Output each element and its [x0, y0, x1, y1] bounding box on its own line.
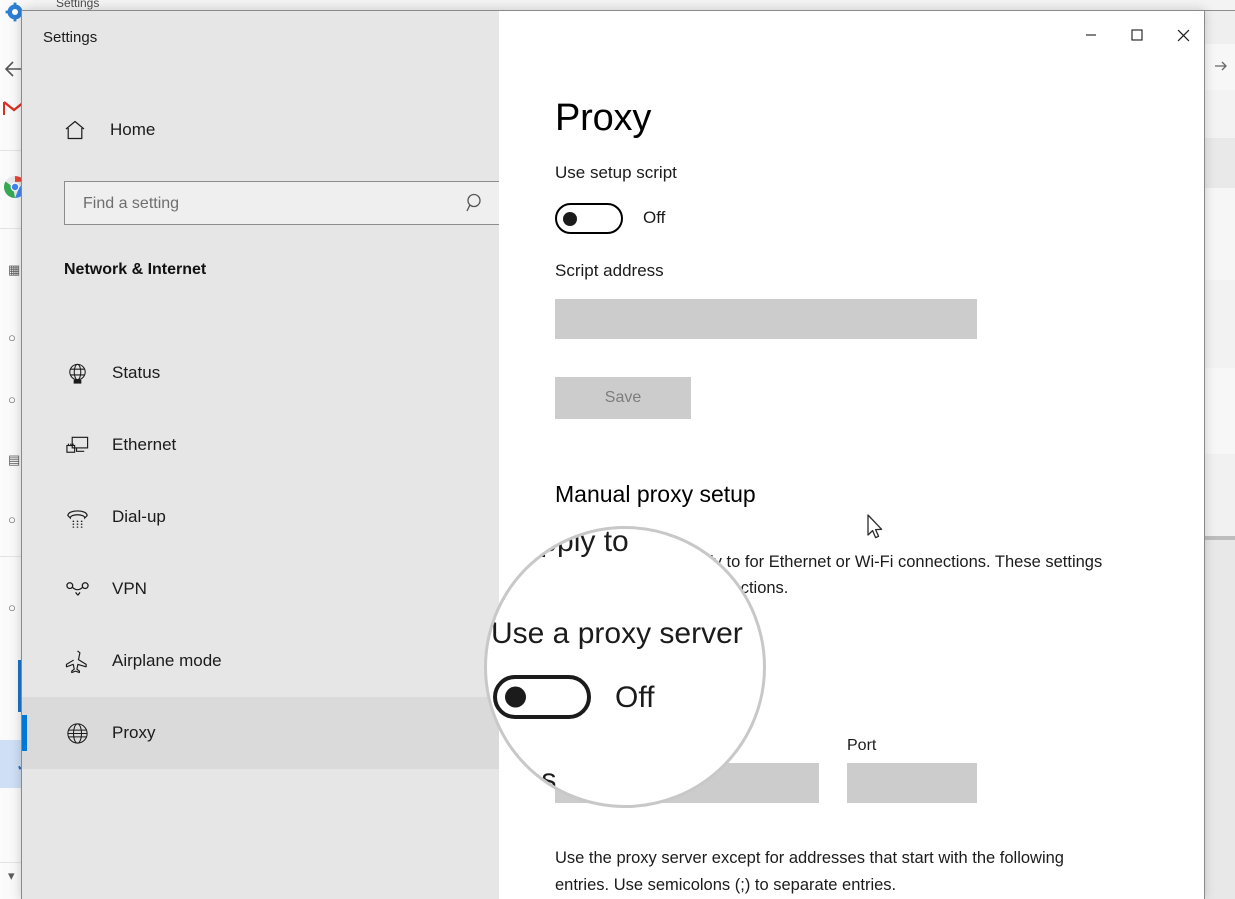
script-address-input[interactable]: [555, 299, 977, 339]
save-button[interactable]: Save: [555, 377, 691, 419]
bookmark-icon[interactable]: ○: [8, 600, 22, 616]
magnifier-use-proxy-toggle[interactable]: [493, 675, 591, 719]
minimize-button[interactable]: [1068, 11, 1114, 59]
sidebar-item-label: Airplane mode: [112, 651, 222, 670]
screen: ▦ ○ ○ ▤ ○ ○ ▾ ✓ Settings Settings: [0, 0, 1235, 899]
script-address-label: Script address: [555, 261, 664, 280]
magnifier-lens: t apply to Use a proxy server Off dress: [484, 526, 766, 808]
proxy-exceptions-description-line1: Use the proxy server except for addresse…: [555, 849, 1064, 867]
sidebar-nav-list: Status Ethernet Dial-up VPN Airplane mod…: [22, 337, 499, 769]
sidebar-item-proxy[interactable]: Proxy: [22, 697, 499, 769]
maximize-button[interactable]: [1114, 11, 1160, 59]
sidebar-category-header: Network & Internet: [64, 261, 207, 278]
sidebar-item-status[interactable]: Status: [22, 337, 499, 409]
sidebar-item-home[interactable]: Home: [22, 106, 499, 154]
forward-arrow-icon[interactable]: [1212, 58, 1230, 74]
airplane-icon: [64, 648, 90, 674]
toggle-knob: [505, 686, 526, 708]
ethernet-icon: [64, 432, 90, 458]
sidebar-item-vpn[interactable]: VPN: [22, 553, 499, 625]
magnifier-address-fragment: dress: [484, 763, 557, 796]
magnifier-use-proxy-label: Use a proxy server: [491, 617, 743, 650]
bookmark-icon[interactable]: ▤: [8, 452, 22, 468]
toggle-knob: [563, 211, 577, 226]
proxy-exceptions-description-line2: entries. Use semicolons (;) to separate …: [555, 876, 897, 894]
window-title: Settings: [43, 29, 98, 46]
browser-tab-title: Settings: [56, 0, 100, 10]
sidebar-item-airplane-mode[interactable]: Airplane mode: [22, 625, 499, 697]
settings-sidebar: Settings Home Find a setting Network & I…: [22, 11, 500, 899]
use-setup-script-toggle[interactable]: [555, 203, 623, 234]
sidebar-item-label: Home: [110, 120, 156, 139]
manual-proxy-heading: Manual proxy setup: [555, 481, 756, 507]
proxy-port-label: Port: [847, 737, 877, 754]
use-setup-script-label: Use setup script: [555, 163, 677, 182]
close-button[interactable]: [1160, 11, 1204, 59]
bookmark-icon[interactable]: ○: [8, 392, 22, 408]
vpn-icon: [64, 576, 90, 602]
sidebar-item-label: VPN: [112, 579, 147, 598]
bookmark-icon[interactable]: ○: [8, 512, 22, 528]
bookmark-icon[interactable]: ○: [8, 330, 22, 346]
sidebar-item-label: Ethernet: [112, 435, 177, 454]
home-icon: [64, 119, 86, 141]
use-setup-script-toggle-state: Off: [643, 208, 666, 227]
sidebar-item-label: Status: [112, 363, 161, 382]
proxy-port-input[interactable]: [847, 763, 977, 803]
magnifier-toggle-state: Off: [615, 681, 655, 714]
bookmark-icon[interactable]: ▾: [8, 868, 22, 884]
globe-icon: [64, 720, 90, 746]
search-icon[interactable]: [465, 192, 487, 214]
globe-monitor-icon: [64, 360, 90, 386]
bookmark-icon[interactable]: ▦: [8, 262, 22, 278]
magnifier-partial-text: t apply to: [507, 526, 629, 558]
sidebar-item-ethernet[interactable]: Ethernet: [22, 409, 499, 481]
sidebar-item-dial-up[interactable]: Dial-up: [22, 481, 499, 553]
magnifier-content: t apply to Use a proxy server Off dress: [484, 526, 763, 805]
page-title: Proxy: [555, 97, 652, 139]
search-box[interactable]: [64, 181, 500, 226]
sidebar-item-label: Proxy: [112, 723, 156, 742]
search-input[interactable]: [81, 182, 455, 226]
window-controls: [1068, 11, 1204, 59]
dialup-phone-icon: [64, 504, 90, 530]
sidebar-item-label: Dial-up: [112, 507, 166, 526]
